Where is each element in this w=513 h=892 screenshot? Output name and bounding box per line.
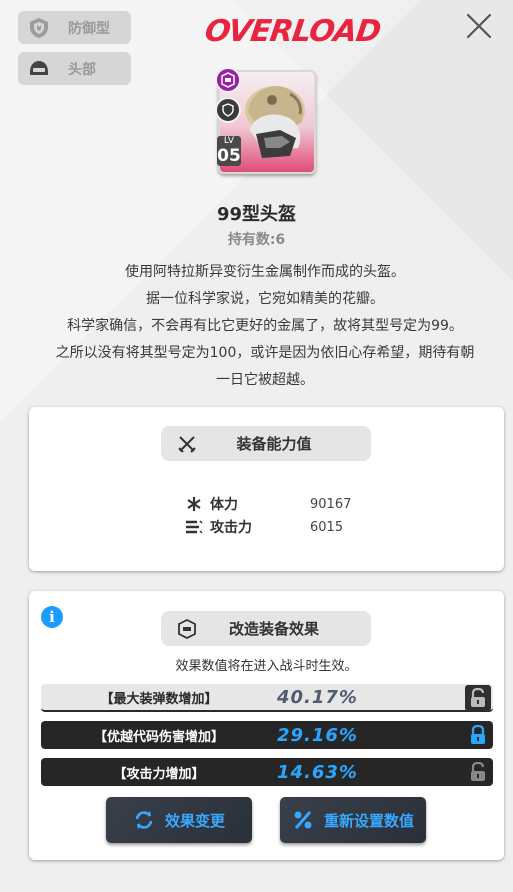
slot-filter-button[interactable]: 头部: [18, 52, 131, 85]
reset-values-button[interactable]: 重新设置数值: [280, 797, 426, 843]
lock-toggle[interactable]: [465, 722, 491, 748]
percent-icon: [294, 811, 312, 829]
helmet-icon: [28, 58, 50, 80]
effect-note: 效果数值将在进入战斗时生效。: [175, 659, 358, 674]
stat-row-attack: 攻击力 6015: [184, 516, 364, 538]
unlocked-padlock-icon: [471, 688, 485, 707]
unlock-toggle[interactable]: [465, 685, 491, 711]
overload-logo: OVERLOAD: [202, 14, 383, 49]
unlocked-padlock-icon: [471, 762, 485, 781]
refresh-icon: [135, 811, 153, 829]
shield-icon: [28, 17, 50, 39]
effect-value: 29.16%: [277, 724, 358, 746]
level-prefix: LV: [223, 136, 235, 146]
info-icon[interactable]: i: [41, 606, 63, 628]
change-effect-label: 效果变更: [164, 811, 225, 830]
stat-value: 90167: [310, 496, 352, 512]
description-line: 之所以没有将其型号定为100，或许是因为依旧心存希望，期待有朝: [55, 345, 475, 361]
equipment-card[interactable]: LV 05: [213, 66, 319, 178]
effect-value: 40.17%: [277, 686, 358, 708]
locked-padlock-icon: [471, 725, 485, 744]
close-button[interactable]: [463, 10, 495, 42]
item-description: 使用阿特拉斯异变衍生金属制作而成的头盔。 据一位科学家说，它宛如精美的花瓣。 科…: [20, 259, 510, 394]
owned-count: 持有数:6: [227, 232, 286, 248]
effect-name: 【优越代码伤害增加】: [93, 729, 224, 745]
overload-panel-header: 改造装备效果: [161, 611, 371, 646]
level-badge: LV 05: [217, 136, 241, 166]
defender-class-icon: [215, 97, 241, 123]
overload-panel-title: 改造装备效果: [228, 620, 319, 638]
overload-badge-icon: [215, 67, 241, 93]
close-icon: [466, 13, 492, 39]
effect-row-2[interactable]: 【优越代码伤害增加】 29.16%: [41, 721, 493, 749]
effect-name: 【攻击力增加】: [113, 766, 205, 782]
overload-panel: i 改造装备效果 效果数值将在进入战斗时生效。 【最大装弹数增加】 40.17%…: [29, 591, 504, 860]
stats-panel: 装备能力值 体力 90167 攻击力 6015: [29, 407, 504, 571]
description-line: 科学家确信，不会再有比它更好的金属了，故将其型号定为99。: [67, 318, 463, 334]
bars-icon: [184, 517, 204, 537]
stat-name: 体力: [210, 497, 238, 513]
type-filter-button[interactable]: 防御型: [18, 11, 131, 44]
overload-module-icon: [175, 617, 199, 641]
description-line: 使用阿特拉斯异变衍生金属制作而成的头盔。: [125, 264, 405, 280]
effect-row-1[interactable]: 【最大装弹数增加】 40.17%: [41, 684, 493, 712]
stat-value: 6015: [310, 519, 344, 535]
stats-panel-header: 装备能力值: [161, 426, 371, 461]
type-filter-label: 防御型: [68, 20, 110, 37]
level-value: 05: [217, 146, 241, 166]
crossed-swords-icon: [175, 432, 199, 456]
stats-panel-title: 装备能力值: [236, 435, 312, 453]
reset-values-label: 重新设置数值: [323, 811, 414, 830]
asterisk-icon: [184, 494, 204, 514]
description-line: 据一位科学家说，它宛如精美的花瓣。: [146, 291, 384, 307]
effect-value: 14.63%: [277, 761, 358, 783]
slot-filter-label: 头部: [68, 61, 96, 78]
stat-row-hp: 体力 90167: [184, 493, 364, 515]
change-effect-button[interactable]: 效果变更: [106, 797, 252, 843]
effect-row-3[interactable]: 【攻击力增加】 14.63%: [41, 758, 493, 786]
item-name: 99型头盔: [216, 204, 297, 225]
description-line: 一日它被超越。: [216, 372, 314, 388]
stat-name: 攻击力: [210, 520, 252, 536]
effect-name: 【最大装弹数增加】: [100, 691, 218, 707]
unlock-toggle[interactable]: [465, 759, 491, 785]
